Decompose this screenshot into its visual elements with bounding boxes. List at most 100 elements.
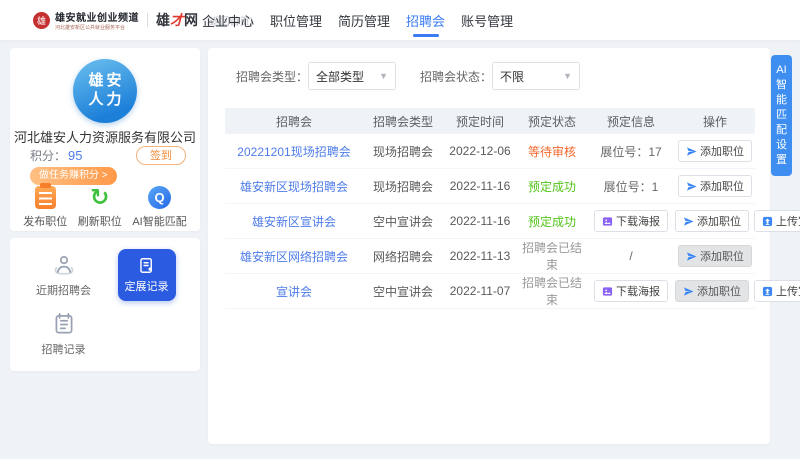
quick-action-label: AI智能匹配: [132, 213, 186, 229]
fair-name-cell: 雄安新区网络招聘会: [225, 248, 363, 265]
points-row: 积分： 95 签到: [30, 146, 186, 165]
logo-char: 雄: [156, 12, 170, 28]
fair-type-value: 全部类型: [316, 68, 364, 85]
fair-name-link[interactable]: 雄安新区宣讲会: [252, 215, 336, 229]
button-label: 添加职位: [697, 213, 741, 229]
fair-type: 现场招聘会: [363, 143, 443, 160]
fair-name-cell: 宣讲会: [225, 283, 363, 300]
company-name: 河北雄安人力资源服务有限公司: [10, 127, 200, 146]
table-header: 招聘会招聘会类型预定时间预定状态预定信息操作: [225, 108, 755, 134]
avatar-line1: 雄安: [85, 72, 124, 91]
fair-name-link[interactable]: 雄安新区现场招聘会: [240, 180, 348, 194]
refresh-icon: ↻: [90, 186, 109, 209]
poster-icon: [602, 286, 613, 297]
button-label: 添加职位: [700, 143, 744, 159]
fair-name-cell: 雄安新区宣讲会: [225, 213, 363, 230]
booking-info: 展位号：1: [587, 178, 675, 195]
clipboard-icon: [35, 186, 56, 209]
fair-name-link[interactable]: 20221201现场招聘会: [237, 145, 350, 159]
add-position-button[interactable]: 添加职位: [678, 245, 752, 267]
download-poster-button[interactable]: 下载海报: [594, 210, 668, 232]
menu-item-label: 招聘记录: [42, 341, 86, 357]
booking-status: 预定成功: [517, 213, 587, 230]
nav-item[interactable]: 账号管理: [459, 0, 515, 42]
table-row: 雄安新区网络招聘会网络招聘会2022-11-13招聘会已结束/添加职位: [225, 239, 755, 274]
xiongcai-logo: 雄才网: [156, 10, 198, 30]
publish-job-action[interactable]: 发布职位: [23, 186, 67, 229]
table-row: 雄安新区宣讲会空中宣讲会2022-11-16预定成功下载海报添加职位上传宣讲资料: [225, 204, 755, 239]
main-nav: 企业中心职位管理简历管理招聘会账号管理: [200, 0, 515, 40]
booking-status: 招聘会已结束: [517, 274, 587, 308]
booking-info: 下载海报: [587, 280, 675, 302]
add-position-button[interactable]: 添加职位: [675, 280, 749, 302]
download-poster-button[interactable]: 下载海报: [594, 280, 668, 302]
site-logo: 雄安就业创业频道 河北雄安新区公共就业服务平台: [55, 9, 139, 31]
fair-name-cell: 雄安新区现场招聘会: [225, 178, 363, 195]
upload-material-button[interactable]: 上传宣讲资料: [754, 280, 800, 302]
quick-actions: 发布职位 ↻ 刷新职位 Q AI智能匹配: [18, 186, 192, 229]
site-logo-title: 雄安就业创业频道: [55, 9, 139, 24]
booking-info: 下载海报: [587, 210, 675, 232]
hire-record-icon: [51, 311, 77, 337]
fair-type: 空中宣讲会: [363, 283, 443, 300]
booking-status: 预定成功: [517, 178, 587, 195]
nav-item[interactable]: 招聘会: [404, 0, 447, 42]
top-header: 雄 雄安就业创业频道 河北雄安新区公共就业服务平台 雄才网 [返回首页] 企业中…: [0, 0, 800, 40]
menu-item-booth-records[interactable]: 定展记录: [118, 249, 176, 301]
menu-item-recent-fairs[interactable]: 近期招聘会: [36, 252, 91, 298]
send-icon: [686, 181, 697, 192]
main-panel: 招聘会类型： 全部类型 ▼ 招聘会状态： 不限 ▼ 招聘会招聘会类型预定时间预定…: [208, 48, 770, 444]
row-actions: 添加职位上传宣讲资料: [675, 280, 800, 302]
add-position-button[interactable]: 添加职位: [675, 210, 749, 232]
points-label: 积分：: [30, 147, 66, 164]
column-header: 操作: [675, 113, 755, 130]
send-icon: [686, 251, 697, 262]
fair-type: 网络招聘会: [363, 248, 443, 265]
sidebar-menu-card: 近期招聘会 定展记录 招聘记录: [10, 238, 200, 371]
site-seal-icon: 雄: [33, 12, 50, 29]
button-label: 上传宣讲资料: [776, 213, 800, 229]
button-label: 下载海报: [616, 213, 660, 229]
company-avatar: 雄安 人力: [73, 59, 137, 123]
row-actions: 添加职位: [675, 140, 755, 162]
refresh-job-action[interactable]: ↻ 刷新职位: [78, 186, 122, 229]
fair-table: 招聘会招聘会类型预定时间预定状态预定信息操作 20221201现场招聘会现场招聘…: [225, 108, 755, 309]
nav-item[interactable]: 企业中心: [200, 0, 256, 42]
fair-status-select[interactable]: 不限 ▼: [492, 62, 580, 90]
send-icon: [683, 216, 694, 227]
ai-match-settings-button[interactable]: AI智能匹配设置: [771, 55, 792, 176]
booking-status: 等待审核: [517, 143, 587, 160]
booking-info: 展位号：17: [587, 143, 675, 160]
fair-type-select[interactable]: 全部类型 ▼: [308, 62, 396, 90]
button-label: 添加职位: [697, 283, 741, 299]
fair-name-link[interactable]: 宣讲会: [276, 285, 312, 299]
sidebar-menu: 近期招聘会 定展记录 招聘记录: [22, 246, 188, 363]
table-body: 20221201现场招聘会现场招聘会2022-12-06等待审核展位号：17添加…: [225, 134, 755, 309]
upload-material-button[interactable]: 上传宣讲资料: [754, 210, 800, 232]
nav-item[interactable]: 简历管理: [336, 0, 392, 42]
checkin-button[interactable]: 签到: [136, 146, 186, 165]
menu-item-hire-records[interactable]: 招聘记录: [42, 311, 86, 357]
seal-glyph: 雄: [37, 14, 46, 27]
row-actions: 添加职位: [675, 245, 755, 267]
column-header: 预定信息: [587, 113, 675, 130]
nav-item[interactable]: 职位管理: [268, 0, 324, 42]
add-position-button[interactable]: 添加职位: [678, 175, 752, 197]
table-row: 宣讲会空中宣讲会2022-11-07招聘会已结束下载海报添加职位上传宣讲资料: [225, 274, 755, 309]
column-header: 招聘会: [225, 113, 363, 130]
button-label: 添加职位: [700, 248, 744, 264]
poster-icon: [602, 216, 613, 227]
ai-match-action[interactable]: Q AI智能匹配: [132, 186, 186, 229]
fair-type: 空中宣讲会: [363, 213, 443, 230]
fair-type-label: 招聘会类型：: [236, 68, 308, 85]
add-position-button[interactable]: 添加职位: [678, 140, 752, 162]
quick-action-label: 发布职位: [23, 213, 67, 229]
screen: 雄 雄安就业创业频道 河北雄安新区公共就业服务平台 雄才网 [返回首页] 企业中…: [0, 0, 800, 459]
column-header: 招聘会类型: [363, 113, 443, 130]
fair-name-link[interactable]: 雄安新区网络招聘会: [240, 250, 348, 264]
booking-date: 2022-11-13: [443, 249, 517, 263]
company-profile-card: 雄安 人力 河北雄安人力资源服务有限公司 积分： 95 签到 做任务赚积分 > …: [10, 48, 200, 231]
row-actions: 添加职位: [675, 175, 755, 197]
ai-match-icon: Q: [148, 186, 171, 209]
send-icon: [683, 286, 694, 297]
